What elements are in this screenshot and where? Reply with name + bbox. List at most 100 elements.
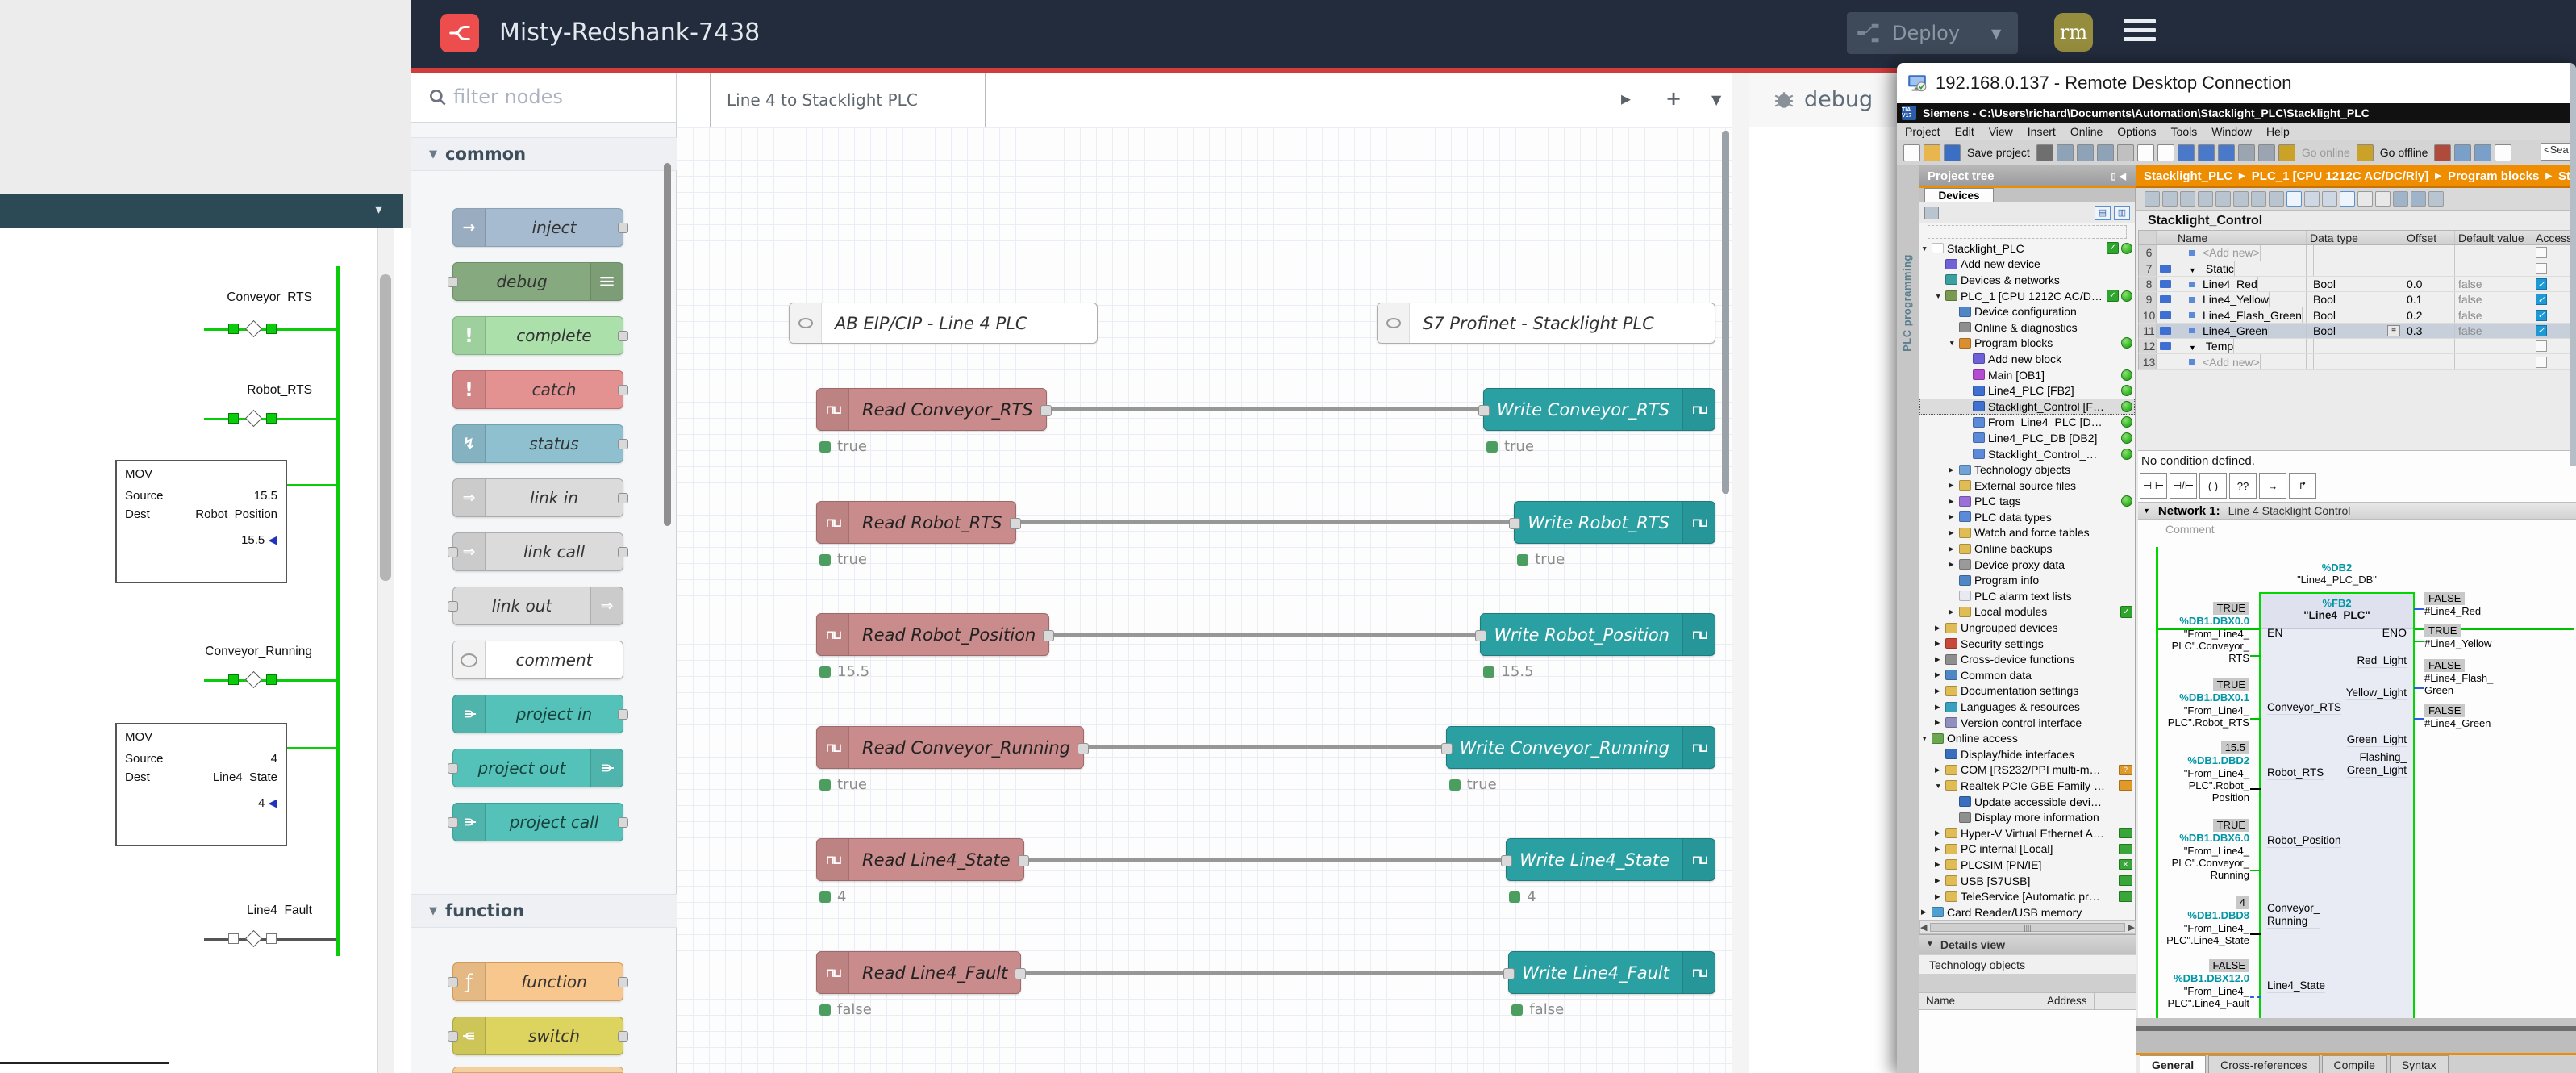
table-row[interactable]: 11 Line4_Green Bool≡ 0.3 false <box>2138 324 2576 339</box>
toolbar-icon[interactable] <box>2137 144 2154 161</box>
tree-item[interactable]: Program blocks <box>1919 336 2135 352</box>
toolbar-icon[interactable] <box>2495 144 2511 161</box>
instance-db-label[interactable]: %DB2 "Line4_PLC_DB" <box>2259 562 2415 586</box>
tree-filter-icon[interactable] <box>1924 207 1939 219</box>
toolbar-icon[interactable] <box>2157 144 2174 161</box>
toolbar-icon[interactable] <box>2097 144 2114 161</box>
tree-item[interactable]: Update accessible devices <box>1919 794 2135 810</box>
twisty-icon[interactable] <box>1935 829 1945 837</box>
breadcrumb-item[interactable]: Program blocks <box>2448 169 2539 183</box>
wire[interactable] <box>1044 407 1486 411</box>
sidebar-divider[interactable] <box>1732 73 1749 1073</box>
lad-tool-button[interactable]: ( ) <box>2199 473 2227 499</box>
twisty-icon[interactable] <box>1935 845 1945 854</box>
toolbar-icon[interactable] <box>2434 144 2451 161</box>
write-node[interactable]: ⊓⊔ Write Conveyor_RTS <box>1483 388 1715 431</box>
palette-node[interactable]: link in <box>452 478 623 517</box>
deploy-caret-icon[interactable]: ▼ <box>1991 26 2001 41</box>
toolbar-icon[interactable] <box>2057 144 2074 161</box>
input-operand[interactable]: TRUE %DB1.DBX6.0 "From_Line4_ PLC".Conve… <box>2138 819 2249 881</box>
flow-canvas[interactable]: AB EIP/CIP - Line 4 PLC S7 Profinet - St… <box>677 127 1732 1073</box>
inspector-tab[interactable]: Cross-references <box>2208 1055 2319 1073</box>
tree-item[interactable]: Device proxy data <box>1919 557 2135 573</box>
toolbar-icon[interactable] <box>1903 144 1920 161</box>
menu-item[interactable]: View <box>1989 125 2013 138</box>
input-operand[interactable]: 15.5 %DB1.DBD2 "From_Line4_ PLC".Robot_ … <box>2138 741 2249 804</box>
table-row[interactable]: 10 Line4_Flash_Green Bool≡ 0.2 false <box>2138 307 2576 323</box>
devices-tab[interactable]: Devices <box>1924 188 1994 202</box>
tree-item[interactable]: PLC data types <box>1919 509 2135 525</box>
editor-toolbar-icon[interactable] <box>2215 191 2231 207</box>
tree-item[interactable]: Documentation settings <box>1919 683 2135 699</box>
inspector-tab[interactable]: Compile <box>2322 1055 2387 1073</box>
panel-collapse-icons[interactable]: ▯◀ <box>2111 171 2129 182</box>
write-node[interactable]: ⊓⊔ Write Robot_RTS <box>1514 501 1715 544</box>
scrollbar-thumb[interactable] <box>380 274 391 581</box>
twisty-icon[interactable] <box>1949 481 1958 490</box>
toolbar-icon[interactable] <box>2258 144 2275 161</box>
tia-titlebar[interactable]: TIA V17 Siemens - C:\Users\richard\Docum… <box>1897 103 2576 123</box>
editor-toolbar-icon[interactable] <box>2198 191 2213 207</box>
toolbar-icon[interactable] <box>2218 144 2235 161</box>
table-row[interactable]: 13 <Add new> ≡ <box>2138 354 2576 369</box>
chevron-down-icon[interactable]: ▾ <box>375 201 382 218</box>
read-node[interactable]: ⊓⊔ Read Robot_RTS <box>816 501 1016 544</box>
palette-node[interactable]: comment <box>452 641 623 679</box>
write-node[interactable]: ⊓⊔ Write Line4_Fault <box>1508 951 1715 994</box>
twisty-icon[interactable] <box>1921 244 1931 253</box>
avatar[interactable]: rm <box>2054 13 2093 52</box>
palette-node[interactable]: inject <box>452 208 623 247</box>
wire[interactable] <box>1013 520 1518 524</box>
palette-scrollbar[interactable] <box>664 163 671 526</box>
palette-node[interactable]: switch <box>452 1017 623 1055</box>
tab-scroll-button[interactable]: ▸ <box>1621 87 1631 110</box>
editor-toolbar-icon[interactable] <box>2269 191 2284 207</box>
go-offline-label[interactable]: Go offline <box>2380 146 2428 159</box>
plc-programming-tab[interactable]: PLC programming <box>1901 254 1913 352</box>
editor-toolbar-icon[interactable] <box>2304 191 2320 207</box>
rdp-titlebar[interactable]: 192.168.0.137 - Remote Desktop Connectio… <box>1897 63 2576 103</box>
palette-node[interactable]: project call <box>452 803 623 841</box>
read-node[interactable]: ⊓⊔ Read Line4_Fault <box>816 951 1021 994</box>
menu-item[interactable]: Online <box>2070 125 2103 138</box>
twisty-icon[interactable] <box>1935 655 1945 664</box>
tree-item[interactable]: Version control interface <box>1919 715 2135 731</box>
tree-item[interactable]: Line4_PLC_DB [DB2] <box>1919 430 2135 446</box>
editor-toolbar-icon[interactable] <box>2322 191 2337 207</box>
editor-toolbar-icon[interactable] <box>2411 191 2426 207</box>
tree-item[interactable]: Cross-device functions <box>1919 651 2135 667</box>
toolbar-icon[interactable] <box>2198 144 2215 161</box>
palette-section-function[interactable]: ▼ function <box>411 894 677 928</box>
menu-item[interactable]: Insert <box>2028 125 2056 138</box>
read-node[interactable]: ⊓⊔ Read Robot_Position <box>816 613 1049 656</box>
tree-item[interactable]: Watch and force tables <box>1919 525 2135 541</box>
tree-item[interactable]: PLCSIM [PN/IE] <box>1919 857 2135 873</box>
editor-toolbar-icon[interactable] <box>2340 191 2355 207</box>
editor-toolbar-icon[interactable] <box>2375 191 2391 207</box>
twisty-icon[interactable] <box>1935 782 1945 790</box>
toolbar-icon[interactable] <box>2077 144 2094 161</box>
tree-item[interactable]: TeleService [Automatic protoco... <box>1919 888 2135 904</box>
twisty-icon[interactable] <box>1935 703 1945 712</box>
tree-hscrollbar[interactable]: ◀||||▶ <box>1919 920 2136 934</box>
tree-item[interactable]: Stacklight_Control [FB1] <box>1919 399 2135 415</box>
twisty-icon[interactable] <box>1935 687 1945 695</box>
toolbar-icon[interactable] <box>2178 144 2195 161</box>
table-row[interactable]: 6 <Add new> ≡ <box>2138 245 2576 261</box>
tree-item[interactable]: Local modules <box>1919 604 2135 620</box>
editor-toolbar-icon[interactable] <box>2286 191 2302 207</box>
input-operand[interactable]: FALSE %DB1.DBX12.0 "From_Line4_ PLC".Lin… <box>2138 959 2249 1009</box>
tree-item[interactable]: Device configuration <box>1919 303 2135 319</box>
add-flow-button[interactable]: + <box>1665 87 1682 110</box>
menu-item[interactable]: Edit <box>1955 125 1974 138</box>
lad-tool-button[interactable]: → <box>2259 473 2286 499</box>
tree-item[interactable]: Online access <box>1919 730 2135 746</box>
read-node[interactable]: ⊓⊔ Read Line4_State <box>816 838 1024 881</box>
twisty-icon[interactable] <box>1949 607 1958 616</box>
go-online-icon[interactable] <box>2278 144 2295 161</box>
main-menu-button[interactable] <box>2124 19 2156 46</box>
toolbar-icon[interactable] <box>2036 144 2053 161</box>
network-header[interactable]: ▼ Network 1: Line 4 Stacklight Control <box>2138 502 2576 520</box>
twisty-icon[interactable] <box>1935 292 1945 300</box>
lad-tool-button[interactable]: ⊣/⊢ <box>2170 473 2197 499</box>
